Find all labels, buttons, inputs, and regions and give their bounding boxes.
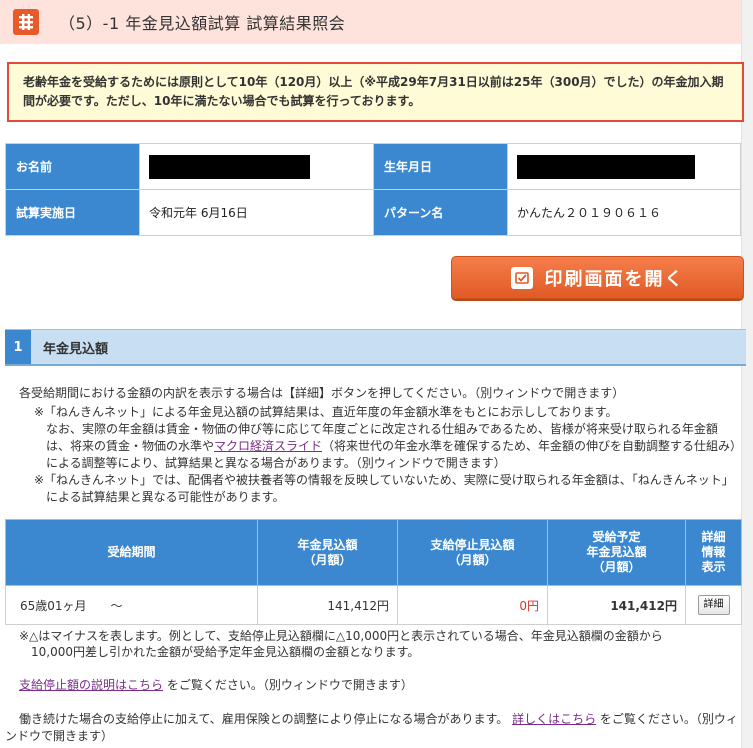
header-detail: 詳細 情報 表示 <box>685 519 742 586</box>
page-title-bar: （5）-1 年金見込額試算 試算結果照会 <box>0 0 741 44</box>
table-row: 65歳01ヶ月 ～ 141,412円 0円 141,412円 詳細 <box>5 585 742 625</box>
print-icon <box>510 266 533 289</box>
cell-detail: 詳細 <box>685 585 742 625</box>
employment-note-text: 働き続けた場合の支給停止に加えて、雇用保険との調整により停止になる場合があります… <box>19 712 509 726</box>
print-button-label: 印刷画面を開く <box>544 268 685 290</box>
date-value: 令和元年 6月16日 <box>139 189 374 236</box>
footnote: ※△はマイナスを表します。例として、支給停止見込額欄に△10,000円と表示され… <box>19 628 741 660</box>
name-value <box>139 143 374 190</box>
pattern-label: パターン名 <box>373 189 508 236</box>
print-button[interactable]: 印刷画面を開く <box>451 256 744 299</box>
name-label: お名前 <box>5 143 140 190</box>
section-description: 各受給期間における金額の内訳を表示する場合は【詳細】ボタンを押してください。（別… <box>19 386 625 400</box>
note-1-head: ※「ねんきんネット」による年金見込額の試算結果は、直近年度の年金額水準をもとにお… <box>34 405 618 419</box>
notes-block: ※「ねんきんネット」による年金見込額の試算結果は、直近年度の年金額水準をもとにお… <box>34 404 740 506</box>
date-label: 試算実施日 <box>5 189 140 236</box>
footnote-line-2: 10,000円差し引かれた金額が受給予定年金見込額欄の金額となります。 <box>31 645 420 659</box>
notice-box: 老齢年金を受給するためには原則として10年（120月）以上（※平成29年7月31… <box>7 62 744 122</box>
page-title: （5）-1 年金見込額試算 試算結果照会 <box>59 14 346 33</box>
pattern-value: かんたん２０１９０６１６ <box>507 189 741 236</box>
employment-insurance-note: 働き続けた場合の支給停止に加えて、雇用保険との調整により停止になる場合があります… <box>5 711 741 745</box>
header-total: 受給予定 年金見込額 （月額） <box>547 519 686 586</box>
cell-total: 141,412円 <box>547 585 686 625</box>
macro-slide-link[interactable]: マクロ経済スライド <box>214 439 322 453</box>
footnote-line-1: ※△はマイナスを表します。例として、支給停止見込額欄に△10,000円と表示され… <box>19 629 663 643</box>
note-1: ※「ねんきんネット」による年金見込額の試算結果は、直近年度の年金額水準をもとにお… <box>34 404 740 472</box>
title-logo-icon <box>13 9 39 35</box>
name-redacted <box>149 154 310 179</box>
stop-explanation-link[interactable]: 支給停止額の説明はこちら <box>19 678 163 692</box>
stop-explanation-text: をご覧ください。（別ウィンドウで開きます） <box>166 678 413 692</box>
birth-label: 生年月日 <box>373 143 508 190</box>
note-2: ※「ねんきんネット」では、配偶者や被扶養者等の情報を反映していないため、実際に受… <box>34 473 734 504</box>
detail-button[interactable]: 詳細 <box>697 595 730 615</box>
cell-period: 65歳01ヶ月 ～ <box>5 585 258 625</box>
header-stop: 支給停止見込額 （月額） <box>397 519 548 586</box>
section-number: 1 <box>5 330 31 364</box>
header-amount: 年金見込額 （月額） <box>257 519 398 586</box>
birth-value <box>507 143 741 190</box>
details-link[interactable]: 詳しくはこちら <box>512 712 596 726</box>
user-info-table: お名前 生年月日 試算実施日 令和元年 6月16日 パターン名 かんたん２０１９… <box>5 143 741 236</box>
notice-text: 老齢年金を受給するためには原則として10年（120月）以上（※平成29年7月31… <box>23 75 724 108</box>
section-header: 1 年金見込額 <box>5 329 746 366</box>
section-title: 年金見込額 <box>43 341 109 357</box>
pension-amount-table: 受給期間 年金見込額 （月額） 支給停止見込額 （月額） 受給予定 年金見込額 （月額）… <box>5 519 742 625</box>
stop-explanation: 支給停止額の説明はこちら をご覧ください。（別ウィンドウで開きます） <box>19 676 413 693</box>
header-period: 受給期間 <box>5 519 258 586</box>
cell-stop: 0円 <box>397 585 548 625</box>
cell-amount: 141,412円 <box>257 585 398 625</box>
birth-redacted <box>517 154 695 179</box>
